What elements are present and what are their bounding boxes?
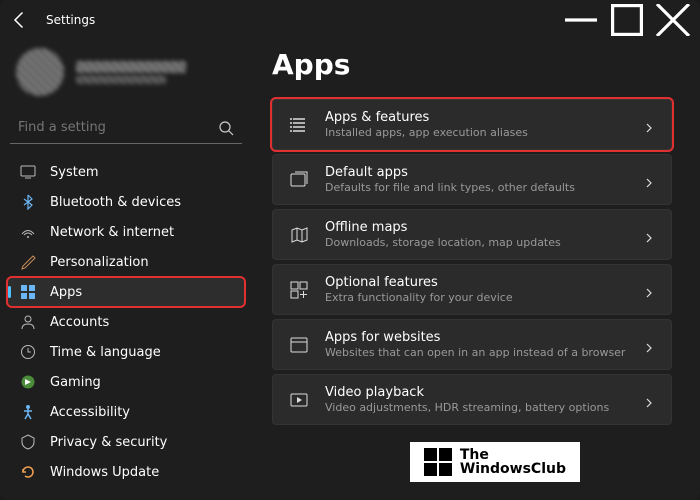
- search-icon: [218, 120, 234, 136]
- sidebar-item-label: Accessibility: [50, 405, 232, 420]
- websites-icon: [289, 335, 309, 355]
- sidebar-item-time[interactable]: Time & language: [8, 338, 244, 366]
- user-email: [76, 75, 166, 84]
- accounts-icon: [20, 314, 36, 330]
- sidebar-item-label: Accounts: [50, 315, 232, 330]
- default-apps-icon: [289, 170, 309, 190]
- bluetooth-icon: [20, 194, 36, 210]
- card-title: Optional features: [325, 275, 627, 290]
- gaming-icon: [20, 374, 36, 390]
- minimize-button[interactable]: [558, 4, 604, 36]
- card-title: Default apps: [325, 165, 627, 180]
- avatar: [16, 48, 64, 96]
- card-subtitle: Installed apps, app execution aliases: [325, 126, 627, 139]
- card-optional-features[interactable]: Optional features Extra functionality fo…: [272, 264, 672, 315]
- chevron-right-icon: [643, 174, 655, 186]
- sidebar-item-label: Windows Update: [50, 465, 232, 480]
- card-text: Offline maps Downloads, storage location…: [325, 220, 627, 249]
- card-title: Apps & features: [325, 110, 627, 125]
- map-icon: [289, 225, 309, 245]
- search-box[interactable]: [10, 112, 242, 144]
- sidebar-item-label: Privacy & security: [50, 435, 232, 450]
- close-icon: [650, 4, 696, 36]
- sidebar-item-label: Personalization: [50, 255, 232, 270]
- titlebar-left: Settings: [10, 10, 95, 30]
- sidebar-item-label: Time & language: [50, 345, 232, 360]
- card-video-playback[interactable]: Video playback Video adjustments, HDR st…: [272, 374, 672, 425]
- card-title: Offline maps: [325, 220, 627, 235]
- maximize-button[interactable]: [604, 4, 650, 36]
- cards-list: Apps & features Installed apps, app exec…: [272, 99, 672, 425]
- card-subtitle: Downloads, storage location, map updates: [325, 236, 627, 249]
- list-icon: [289, 115, 309, 135]
- user-info: [76, 61, 236, 84]
- close-button[interactable]: [650, 4, 696, 36]
- back-button[interactable]: [10, 10, 30, 30]
- minimize-icon: [558, 4, 604, 36]
- page-title: Apps: [272, 48, 672, 81]
- card-subtitle: Websites that can open in an app instead…: [325, 346, 627, 359]
- card-title: Apps for websites: [325, 330, 627, 345]
- sidebar-item-label: Network & internet: [50, 225, 232, 240]
- main-content: Apps Apps & features Installed apps, app…: [252, 40, 700, 500]
- titlebar: Settings: [0, 0, 700, 40]
- card-apps-features[interactable]: Apps & features Installed apps, app exec…: [272, 99, 672, 150]
- chevron-right-icon: [643, 339, 655, 351]
- card-title: Video playback: [325, 385, 627, 400]
- card-text: Video playback Video adjustments, HDR st…: [325, 385, 627, 414]
- sidebar-item-label: Apps: [50, 285, 232, 300]
- sidebar-item-label: System: [50, 165, 232, 180]
- sidebar-item-label: Bluetooth & devices: [50, 195, 232, 210]
- time-icon: [20, 344, 36, 360]
- card-text: Apps for websites Websites that can open…: [325, 330, 627, 359]
- search-input[interactable]: [18, 120, 218, 135]
- watermark-text: The WindowsClub: [460, 448, 566, 476]
- network-icon: [20, 224, 36, 240]
- sidebar-item-apps[interactable]: Apps: [8, 278, 244, 306]
- sidebar-item-personalization[interactable]: Personalization: [8, 248, 244, 276]
- watermark: The WindowsClub: [410, 442, 580, 482]
- update-icon: [20, 464, 36, 480]
- card-apps-for-websites[interactable]: Apps for websites Websites that can open…: [272, 319, 672, 370]
- card-offline-maps[interactable]: Offline maps Downloads, storage location…: [272, 209, 672, 260]
- sidebar-item-network[interactable]: Network & internet: [8, 218, 244, 246]
- settings-window: Settings System: [0, 0, 700, 500]
- card-subtitle: Defaults for file and link types, other …: [325, 181, 627, 194]
- privacy-icon: [20, 434, 36, 450]
- apps-icon: [20, 284, 36, 300]
- card-default-apps[interactable]: Default apps Defaults for file and link …: [272, 154, 672, 205]
- watermark-logo: [424, 448, 452, 476]
- card-text: Optional features Extra functionality fo…: [325, 275, 627, 304]
- card-subtitle: Video adjustments, HDR streaming, batter…: [325, 401, 627, 414]
- video-icon: [289, 390, 309, 410]
- optional-icon: [289, 280, 309, 300]
- sidebar-item-accessibility[interactable]: Accessibility: [8, 398, 244, 426]
- window-title: Settings: [46, 13, 95, 27]
- sidebar-item-privacy[interactable]: Privacy & security: [8, 428, 244, 456]
- chevron-right-icon: [643, 119, 655, 131]
- chevron-right-icon: [643, 394, 655, 406]
- sidebar-item-bluetooth[interactable]: Bluetooth & devices: [8, 188, 244, 216]
- system-icon: [20, 164, 36, 180]
- card-subtitle: Extra functionality for your device: [325, 291, 627, 304]
- user-section[interactable]: [8, 40, 244, 110]
- window-controls: [558, 4, 696, 36]
- sidebar-item-system[interactable]: System: [8, 158, 244, 186]
- sidebar-item-update[interactable]: Windows Update: [8, 458, 244, 486]
- chevron-right-icon: [643, 284, 655, 296]
- window-body: System Bluetooth & devices Network & int…: [0, 40, 700, 500]
- sidebar-item-gaming[interactable]: Gaming: [8, 368, 244, 396]
- arrow-left-icon: [10, 10, 30, 30]
- sidebar: System Bluetooth & devices Network & int…: [0, 40, 252, 500]
- personalization-icon: [20, 254, 36, 270]
- chevron-right-icon: [643, 229, 655, 241]
- card-text: Default apps Defaults for file and link …: [325, 165, 627, 194]
- user-name: [76, 61, 186, 73]
- sidebar-item-label: Gaming: [50, 375, 232, 390]
- sidebar-item-accounts[interactable]: Accounts: [8, 308, 244, 336]
- card-text: Apps & features Installed apps, app exec…: [325, 110, 627, 139]
- maximize-icon: [604, 4, 650, 36]
- accessibility-icon: [20, 404, 36, 420]
